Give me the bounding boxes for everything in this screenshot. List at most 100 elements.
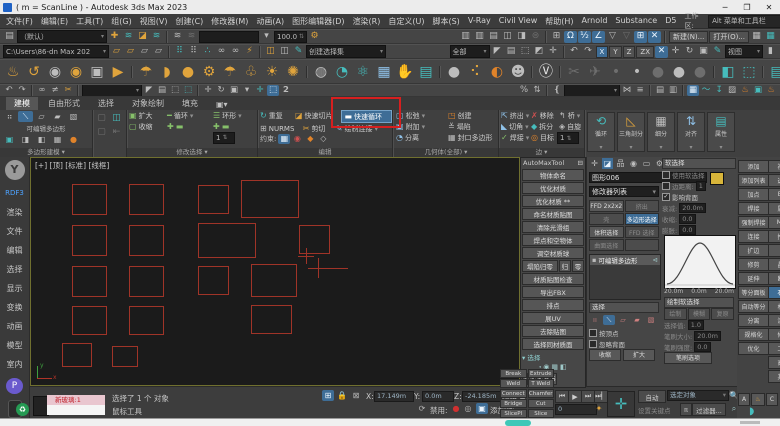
layer-arrow-icon[interactable]: ◪ — [136, 31, 149, 43]
menu-item-11[interactable]: 脚本(S) — [432, 16, 459, 27]
zero-button[interactable]: 零 — [572, 260, 584, 272]
workspace-dropdown[interactable]: Alt 菜单和工具栏▾ — [708, 15, 780, 28]
right-tool-加点-button[interactable]: 加点 — [738, 188, 769, 201]
modify-selection-label[interactable]: 修改选择 ▾ — [127, 148, 257, 157]
layer-name-field[interactable] — [199, 31, 259, 43]
select-by-name-icon[interactable]: ▤ — [156, 85, 168, 96]
edge-distance-checkbox[interactable]: 边距离:1 — [662, 180, 736, 191]
scene-explorer-icon[interactable]: ▤ — [654, 85, 666, 96]
bind-spacewarp-icon[interactable]: ✂ — [62, 85, 74, 96]
nurms-button[interactable]: ⊞NURMS — [258, 123, 301, 134]
right-tool-属性-button[interactable]: 属性 — [768, 202, 780, 215]
ribbon-big-button-4[interactable]: ▤属性▾ — [707, 112, 735, 152]
edge-2-button[interactable]: ↰桥▾ — [557, 110, 583, 121]
next-frame-button[interactable]: ⏭ — [581, 390, 595, 403]
snap-magnet-icon[interactable]: Ω — [564, 31, 577, 43]
edge-spinner[interactable]: 1⇅ — [557, 132, 579, 144]
paint-soft-selection-header[interactable]: 绘制软选择 — [664, 297, 734, 308]
current-frame-field[interactable]: 0 — [555, 404, 597, 415]
stack-dim-icon[interactable]: ≋ — [185, 31, 198, 43]
edge-label[interactable]: 边 ▾ — [499, 148, 584, 157]
paint-绘制-button[interactable]: 绘制 — [664, 308, 687, 320]
script-button-调空材质球[interactable]: 调空材质球 — [522, 247, 584, 259]
menu-item-17[interactable]: D5 — [665, 16, 676, 27]
polygon-modeling-label[interactable]: 多边形建模 ▾ — [0, 148, 92, 157]
snap-toggle-icon[interactable]: ⬚ — [267, 85, 279, 96]
wireframe-object-5[interactable] — [129, 225, 164, 256]
geometry-label[interactable]: 几何体(全部) ▾ — [394, 148, 498, 157]
z-constraint-button[interactable]: Z — [623, 46, 636, 58]
cubes-icon[interactable]: ▦ — [374, 62, 394, 82]
palette-icon[interactable]: ◐ — [487, 62, 507, 82]
select-object-icon[interactable]: ◤ — [143, 85, 155, 96]
gui-button[interactable]: 归 — [559, 260, 571, 272]
soft-selection-header[interactable]: 软选择 — [662, 158, 736, 169]
c-button[interactable]: C — [766, 393, 778, 406]
snap-points-icon[interactable]: ∴ — [201, 46, 214, 58]
right-tool-相-button[interactable]: 相 — [768, 244, 780, 257]
card-icon[interactable]: ▤ — [416, 62, 436, 82]
right-tool-材质-button[interactable]: 材质 — [768, 300, 780, 313]
align-icon[interactable]: ≡ — [634, 85, 646, 96]
script-button-优化材质 **[interactable]: 优化材质 ** — [522, 195, 584, 207]
mouse-icon[interactable]: ◗ — [749, 406, 754, 417]
rendered-frame-icon[interactable]: ▣ — [752, 85, 764, 96]
absolute-mode-icon[interactable]: ⊠ — [350, 390, 362, 401]
wireframe-object-10[interactable] — [198, 266, 229, 295]
molecule-icon[interactable]: ⚛ — [353, 62, 373, 82]
script-button-去除贴图[interactable]: 去除贴图 — [522, 325, 584, 337]
brush-strength-field[interactable]: 0.0 — [694, 342, 710, 352]
wireframe-object-16[interactable] — [112, 346, 138, 367]
menu-item-0[interactable]: 文件(F) — [6, 16, 33, 27]
layer-prop2-icon[interactable]: ▥ — [473, 31, 486, 43]
select-link-icon[interactable]: ∞ — [36, 85, 48, 96]
rect-region-icon[interactable]: ⬚ — [519, 46, 532, 58]
wireframe-object-14[interactable] — [251, 305, 292, 334]
edit-label[interactable]: 编辑 — [258, 148, 392, 157]
right-tool-石墨-button[interactable]: 石墨 — [768, 286, 780, 299]
grow-button[interactable]: 扩大 — [623, 349, 655, 361]
clock-icon[interactable]: ◔ — [332, 62, 352, 82]
snap-grid2-icon[interactable]: ⊞ — [634, 31, 647, 43]
redo-icon[interactable]: ↷ — [16, 85, 28, 96]
constrain-normal-icon[interactable]: ◇ — [317, 134, 329, 144]
viewport-label[interactable]: [+] [顶] [标准] [线框] — [35, 160, 109, 171]
right-tool-分离-button[interactable]: 分离 — [738, 314, 769, 327]
ring-button[interactable]: ☰环形▾ — [211, 110, 244, 121]
filter-dropdown[interactable]: 全部▾ — [450, 45, 490, 58]
curve-editor-icon[interactable]: 〜 — [700, 85, 712, 96]
edge-6-button[interactable]: ✓焊接▾ — [499, 132, 529, 143]
clapper-icon[interactable]: ▣ — [87, 62, 107, 82]
named-selection-dropdown[interactable]: ▾ — [564, 84, 620, 97]
person-icon[interactable]: ☻ — [508, 62, 528, 82]
pinch-field[interactable]: 0.0 — [679, 214, 695, 224]
selected-objects-dropdown[interactable]: 选定对象▾ — [667, 390, 729, 401]
sidebar-item-2[interactable]: 文件 — [6, 222, 22, 241]
next-mod-icon[interactable]: ⇤ — [110, 126, 123, 139]
menu-item-5[interactable]: 创建(C) — [175, 16, 203, 27]
save-icon[interactable]: ▦ — [750, 31, 763, 43]
menu-item-12[interactable]: V-Ray — [468, 16, 491, 27]
create-tab[interactable]: ✛ — [589, 158, 600, 169]
script-button-清除光滑组[interactable]: 清除光滑组 — [522, 221, 584, 233]
right-tool-工具-button[interactable]: 工具 — [768, 342, 780, 355]
a-button[interactable]: A — [738, 393, 750, 406]
umbrella2-icon[interactable]: ☂ — [220, 62, 240, 82]
dots-grid2-icon[interactable]: ⠿ — [187, 46, 200, 58]
sidebar-item-9[interactable]: 室内 — [6, 355, 22, 374]
ref-coord-dropdown[interactable]: 视图▾ — [725, 45, 763, 58]
affect-backfacing-checkbox[interactable]: ✓影响背面 — [662, 191, 736, 202]
border-mode-icon[interactable]: ▱ — [34, 111, 49, 122]
right-tool-修改-button[interactable]: 修改 — [768, 328, 780, 341]
key-mode-icon[interactable]: ▣ — [476, 403, 488, 414]
rotate-icon[interactable]: ↻ — [215, 85, 227, 96]
viewport-layout-icon[interactable]: ◧ — [718, 62, 738, 82]
polygon-sub-icon[interactable]: ▰ — [631, 315, 643, 325]
sun-rays-icon[interactable]: ✺ — [283, 62, 303, 82]
snap-dim-icon[interactable]: ▽ — [620, 31, 633, 43]
scene-menu-icon[interactable]: ▤ — [3, 31, 16, 43]
layer-prop-icon[interactable]: ▥ — [459, 31, 472, 43]
brush-dot4-icon[interactable]: ● — [669, 62, 689, 82]
pivot-dot-icon[interactable]: ● — [66, 134, 81, 145]
wireframe-object-8[interactable] — [72, 266, 107, 297]
